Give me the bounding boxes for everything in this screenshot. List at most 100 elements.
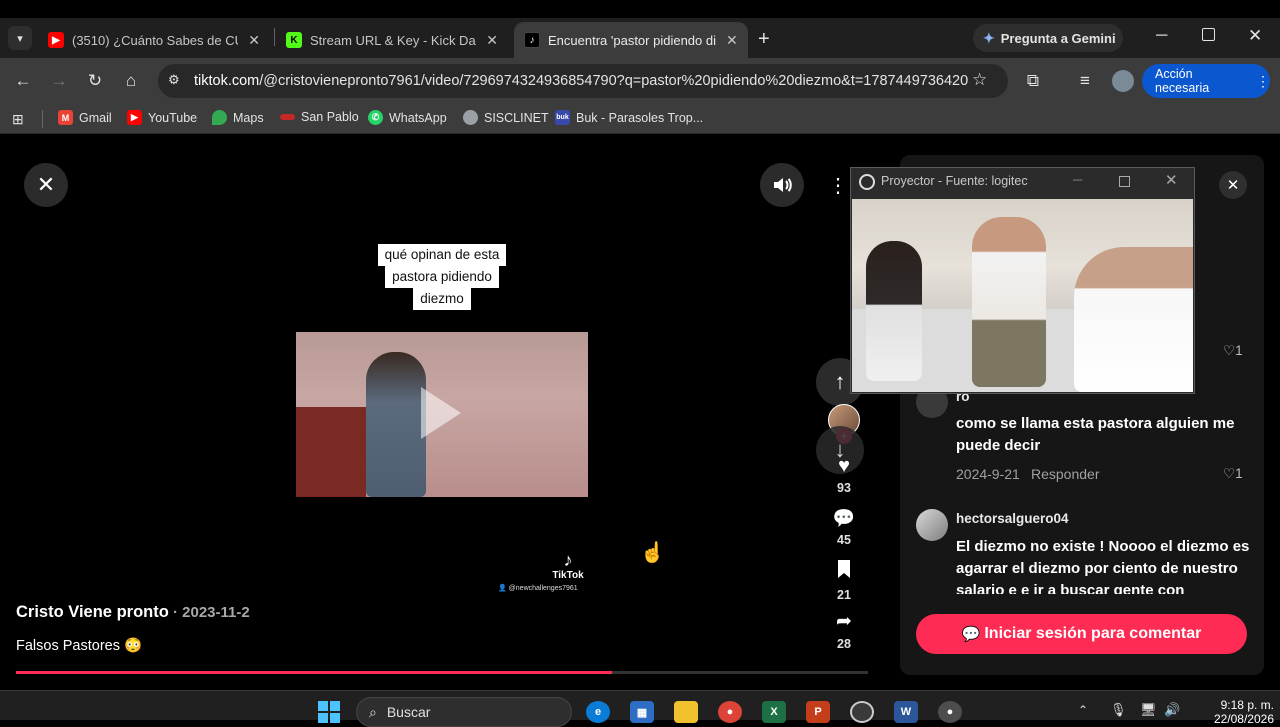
bookmark-whatsapp[interactable]: ✆ WhatsApp [368, 110, 447, 125]
share-action[interactable]: ➦ 28 [824, 611, 864, 651]
close-icon[interactable]: ✕ [1165, 171, 1178, 189]
close-video-button[interactable]: ✕ [24, 163, 68, 207]
video-author-line: Cristo Viene pronto · 2023-11-2 [16, 603, 250, 621]
tab-youtube[interactable]: ▶ (3510) ¿Cuánto Sabes de CULTU ✕ [38, 22, 270, 58]
gemini-button[interactable]: ✦ Pregunta a Gemini [973, 24, 1123, 52]
restore-window-icon[interactable] [1202, 28, 1215, 41]
tiktok-icon: ♪ [524, 32, 540, 48]
bookmark-star-icon[interactable]: ☆ [972, 70, 987, 90]
bookmark-label: San Pablo [301, 110, 359, 124]
more-options-icon[interactable]: ⋮ [826, 163, 850, 207]
url-host: tiktok.com [194, 73, 260, 89]
bookmark-maps[interactable]: Maps [212, 110, 264, 125]
projector-window[interactable]: Proyector - Fuente: logitec ─ ✕ [850, 167, 1195, 394]
tab-title: (3510) ¿Cuánto Sabes de CULTU [72, 32, 238, 48]
taskbar-search[interactable]: ⌕ Buscar [356, 697, 572, 727]
whatsapp-icon: ✆ [368, 110, 383, 125]
reload-icon[interactable]: ↻ [84, 70, 106, 92]
video-player[interactable] [296, 332, 588, 497]
bookmarks-divider [42, 110, 43, 128]
bookmark-gmail[interactable]: M Gmail [58, 110, 112, 125]
new-tab-icon[interactable]: + [758, 28, 770, 51]
watermark-brand: TikTok [552, 570, 584, 581]
tab-title: Stream URL & Key - Kick Dashb [310, 32, 476, 48]
comment-like-count: 1 [1235, 466, 1243, 481]
bookmark-san-pablo[interactable]: San Pablo [280, 110, 359, 124]
bookmark-label: YouTube [148, 110, 198, 125]
bookmark-label: WhatsApp [389, 110, 447, 125]
bookmarks-bar: ⊞ M Gmail ▶ YouTube Maps San Pablo ✆ WhatsA… [0, 104, 1280, 134]
video-progress-bar[interactable] [16, 671, 868, 674]
tab-separator [274, 28, 275, 46]
volume-tray-icon[interactable]: 🔊 [1164, 702, 1180, 718]
profile-avatar[interactable] [1112, 70, 1134, 92]
comment-action[interactable]: 💬 45 [824, 507, 864, 547]
comment-date: 2024-9-21 [956, 466, 1020, 482]
comment-like[interactable]: ♡1 [1223, 466, 1243, 482]
action-required-button[interactable]: Acción necesaria ⋮ [1142, 64, 1270, 98]
gemini-label: Pregunta a Gemini [1000, 30, 1116, 46]
windows-taskbar: ⌕ Buscar e ▦ ● X P W ● ⌃ 🎙 🖥 🔊 9:18 p. m… [0, 690, 1280, 727]
like-action[interactable]: ♥ 93 [824, 455, 864, 495]
reply-button[interactable]: Responder [1031, 466, 1100, 482]
bookmark-youtube[interactable]: ▶ YouTube [127, 110, 197, 125]
play-icon[interactable] [421, 387, 461, 439]
apps-grid-icon[interactable]: ⊞ [12, 111, 24, 128]
browser-toolbar: ← → ↻ ⌂ ⚙ tiktok.com/@cristovienepronto7… [0, 58, 1280, 104]
address-bar[interactable]: ⚙ tiktok.com/@cristovienepronto7961/vide… [158, 64, 1008, 98]
login-to-comment-label: Iniciar sesión para comentar [984, 625, 1202, 642]
tiktok-watermark: ♪ TikTok [548, 550, 588, 581]
feed-scene-person-left [866, 241, 922, 381]
close-window-icon[interactable]: ✕ [1248, 26, 1262, 46]
close-panel-icon[interactable]: ✕ [1219, 171, 1247, 199]
maximize-icon[interactable] [1119, 176, 1130, 187]
comment-text: como se llama esta pastora alguien me pu… [956, 415, 1235, 454]
microphone-icon[interactable]: 🎙 [1110, 702, 1127, 718]
tray-chevron-icon[interactable]: ⌃ [1078, 703, 1088, 717]
tab-tiktok[interactable]: ♪ Encuentra 'pastor pidiendo diez ✕ [514, 22, 748, 58]
video-date: 2023-11-2 [182, 604, 250, 621]
site-settings-icon[interactable]: ⚙ [168, 72, 180, 88]
youtube-icon: ▶ [127, 110, 142, 125]
video-progress-fill [16, 671, 613, 674]
avatar[interactable] [916, 509, 948, 541]
author-name[interactable]: Cristo Viene pronto [16, 603, 169, 621]
globe-icon [463, 110, 478, 125]
close-tab-icon[interactable]: ✕ [248, 32, 260, 49]
video-description: Falsos Pastores 😳 [16, 638, 143, 654]
taskbar-clock[interactable]: 9:18 p. m. 22/08/2026 [1198, 698, 1274, 726]
bookmark-label: Gmail [79, 110, 112, 125]
gemini-sparkle-icon: ✦ [983, 29, 995, 46]
url-path: /@cristovienepronto7961/video/7296974324… [259, 73, 969, 89]
bookmark-icon [838, 560, 850, 578]
speaker-icon [774, 178, 792, 192]
back-icon[interactable]: ← [12, 70, 34, 92]
volume-button[interactable] [760, 163, 804, 207]
bookmark-sisclinet[interactable]: SISCLINET [463, 110, 549, 125]
comment-username[interactable]: hectorsalguero04 [956, 511, 1069, 526]
caption-line: qué opinan de esta [377, 244, 507, 266]
url-text[interactable]: tiktok.com/@cristovienepronto7961/video/… [194, 73, 968, 89]
forward-icon[interactable]: → [48, 70, 70, 92]
comment-text: El diezmo no existe ! Noooo el diezmo es… [956, 538, 1250, 594]
login-to-comment-button[interactable]: 💬 Iniciar sesión para comentar [916, 614, 1247, 654]
minimize-icon[interactable]: ─ [1073, 172, 1082, 187]
youtube-icon: ▶ [48, 32, 64, 48]
tab-search-button[interactable]: ▾ [8, 26, 32, 50]
bookmark-label: Buk - Parasoles Trop... [576, 110, 704, 125]
comment-like[interactable]: ♡1 [1223, 343, 1243, 359]
minimize-window-icon[interactable]: ─ [1156, 27, 1167, 45]
close-tab-icon[interactable]: ✕ [486, 32, 498, 49]
feed-scene-person-right [1074, 247, 1193, 392]
comment-dots-icon: 💬 [961, 626, 981, 643]
close-tab-icon[interactable]: ✕ [726, 32, 738, 49]
network-icon[interactable]: 🖥 [1140, 702, 1157, 718]
home-icon[interactable]: ⌂ [120, 70, 142, 92]
media-controls-icon[interactable]: ≡ [1074, 70, 1096, 92]
clock-time: 9:18 p. m. [1220, 698, 1274, 712]
extensions-icon[interactable]: ⧉ [1022, 70, 1044, 92]
bookmark-buk[interactable]: buk Buk - Parasoles Trop... [555, 110, 703, 125]
tab-kick[interactable]: K Stream URL & Key - Kick Dashb ✕ [276, 22, 508, 58]
obs-icon [859, 174, 875, 190]
save-action[interactable]: 21 [824, 559, 864, 602]
